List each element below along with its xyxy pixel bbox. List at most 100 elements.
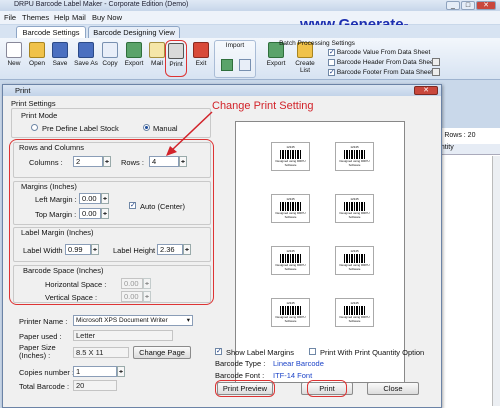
- batch-footer-label: Barcode Footer From Data Sheet: [336, 69, 433, 77]
- print-label: Print: [169, 61, 183, 68]
- app-close-button[interactable]: ✕: [476, 1, 496, 10]
- change-page-button[interactable]: Change Page: [133, 346, 191, 359]
- preview-label-footer: Designed using DRPU Software: [339, 159, 370, 167]
- print-button[interactable]: Print: [165, 40, 187, 77]
- vspace-spinner[interactable]: [143, 291, 151, 302]
- print-qty-label: Print With Print Quantity Option: [320, 348, 425, 357]
- auto-center-checkbox[interactable]: [129, 201, 136, 209]
- preview-label-header: 12345: [350, 249, 359, 253]
- label-width-input[interactable]: 0.99: [65, 244, 91, 255]
- vspace-input[interactable]: 0.00: [121, 291, 143, 302]
- save-button[interactable]: Save: [48, 42, 72, 67]
- open-label: Open: [29, 60, 45, 67]
- print-dialog-title: Print: [15, 86, 31, 95]
- print-dialog: Print ✕ Print Settings Print Mode Pre De…: [2, 84, 442, 408]
- new-button[interactable]: New: [2, 42, 26, 67]
- preview-label-card: 12345 Designed using DRPU Software: [335, 142, 374, 171]
- left-margin-spinner[interactable]: [101, 193, 109, 204]
- app-titlebar: DRPU Barcode Label Maker - Corporate Edi…: [0, 0, 500, 11]
- barcode-icon: [280, 202, 302, 211]
- preview-label-footer: Designed using DRPU Software: [275, 263, 306, 271]
- hspace-spinner[interactable]: [143, 278, 151, 289]
- dialog-close-button[interactable]: ✕: [414, 86, 438, 95]
- batch-footer-checkbox[interactable]: [328, 68, 335, 76]
- label-width-label: Label Width :: [23, 246, 67, 255]
- printer-name-value: Microsoft XPS Document Writer: [76, 317, 168, 324]
- label-height-input[interactable]: 2.36: [157, 244, 183, 255]
- left-margin-label: Left Margin :: [35, 195, 77, 204]
- preview-label-header: 12345: [286, 249, 295, 253]
- batch-value-checkbox[interactable]: [328, 48, 335, 56]
- manual-radio[interactable]: [143, 124, 150, 131]
- label-height-label: Label Height :: [113, 246, 160, 255]
- tab-barcode-designing-view[interactable]: Barcode Designing View: [88, 26, 180, 38]
- maximize-button[interactable]: □: [461, 1, 475, 10]
- tab-barcode-settings[interactable]: Barcode Settings: [16, 26, 86, 38]
- preview-label-footer: Designed using DRPU Software: [275, 315, 306, 323]
- barcode-font-value: ITF-14 Font: [273, 371, 313, 380]
- copy-icon: [102, 42, 118, 58]
- batch-option-value[interactable]: Barcode Value From Data Sheet: [328, 48, 431, 57]
- printer-icon: [168, 43, 184, 59]
- copies-input[interactable]: 1: [73, 366, 117, 377]
- menu-mail[interactable]: Mail: [72, 13, 86, 22]
- show-label-margins-label: Show Label Margins: [226, 348, 294, 357]
- batch-settings-icon-2[interactable]: [432, 68, 440, 76]
- export-list-label: Export: [266, 60, 286, 67]
- batch-title: Batch Processing Settings: [279, 40, 355, 47]
- printer-name-select[interactable]: Microsoft XPS Document Writer ▾: [73, 315, 193, 326]
- label-height-spinner[interactable]: [183, 244, 191, 255]
- menu-help[interactable]: Help: [54, 13, 69, 22]
- preview-label-header: 12345: [286, 301, 295, 305]
- preview-label-header: 12345: [286, 145, 295, 149]
- batch-option-footer[interactable]: Barcode Footer From Data Sheet: [328, 68, 433, 77]
- exit-button[interactable]: Exit: [189, 42, 213, 67]
- paper-used-label: Paper used :: [19, 332, 62, 341]
- print-qty-checkbox[interactable]: [309, 348, 316, 355]
- barcode-icon: [344, 202, 366, 211]
- preview-label-footer: Designed using DRPU Software: [339, 263, 370, 271]
- menu-themes[interactable]: Themes: [22, 13, 49, 22]
- batch-header-checkbox[interactable]: [328, 59, 335, 66]
- left-margin-input[interactable]: 0.00: [79, 193, 101, 204]
- barcode-font-label: Barcode Font :: [215, 371, 265, 380]
- export-icon: [126, 42, 142, 58]
- columns-input[interactable]: 2: [73, 156, 103, 167]
- rows-cols-label: Rows and Columns: [19, 143, 85, 152]
- columns-label: Columns :: [29, 158, 63, 167]
- menu-file[interactable]: File: [4, 13, 16, 22]
- batch-option-header[interactable]: Barcode Header From Data Sheet: [328, 59, 435, 66]
- predefine-radio[interactable]: [31, 124, 38, 131]
- import-excel-icon[interactable]: [221, 59, 233, 71]
- barcode-icon: [344, 150, 366, 159]
- preview-highlight: [215, 380, 275, 397]
- print-settings-label: Print Settings: [11, 99, 56, 108]
- new-icon: [6, 42, 22, 58]
- vspace-label: Vertical Space :: [45, 293, 98, 302]
- barcode-space-label: Barcode Space (Inches): [23, 266, 104, 275]
- preview-label-card: 12345 Designed using DRPU Software: [271, 142, 310, 171]
- close-button[interactable]: Close: [367, 382, 419, 395]
- hspace-input[interactable]: 0.00: [121, 278, 143, 289]
- top-margin-spinner[interactable]: [101, 208, 109, 219]
- copy-button[interactable]: Copy: [98, 42, 122, 67]
- minimize-button[interactable]: _: [446, 1, 460, 10]
- copies-spinner[interactable]: [117, 366, 125, 377]
- menu-buy-now[interactable]: Buy Now: [92, 13, 122, 22]
- save-as-button[interactable]: Save As: [72, 42, 100, 67]
- export-button[interactable]: Export: [121, 42, 147, 67]
- top-margin-input[interactable]: 0.00: [79, 208, 101, 219]
- open-button[interactable]: Open: [25, 42, 49, 67]
- callout-text: Change Print Setting: [212, 100, 314, 112]
- grid-scrollbar[interactable]: [492, 156, 500, 406]
- label-width-spinner[interactable]: [91, 244, 99, 255]
- batch-settings-icon[interactable]: [432, 58, 440, 66]
- import-list-icon[interactable]: [239, 59, 251, 71]
- batch-value-label: Barcode Value From Data Sheet: [336, 49, 431, 57]
- barcode-icon: [344, 254, 366, 263]
- tab-row: Barcode Settings Barcode Designing View: [0, 25, 500, 38]
- columns-spinner[interactable]: [103, 156, 111, 167]
- paper-size-label: Paper Size (Inches) :: [19, 343, 56, 360]
- show-label-margins-checkbox[interactable]: [215, 347, 222, 355]
- printer-name-label: Printer Name :: [19, 317, 68, 326]
